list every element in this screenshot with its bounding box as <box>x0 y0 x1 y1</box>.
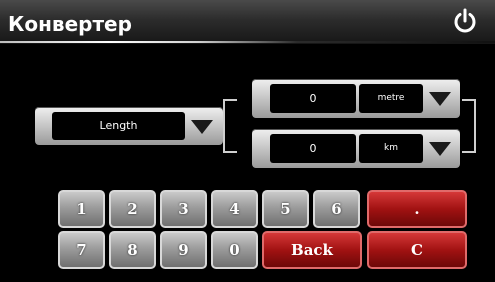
connector-bracket-right <box>462 99 476 153</box>
key-2[interactable]: 2 <box>109 190 156 228</box>
key-3[interactable]: 3 <box>160 190 207 228</box>
connector-bracket-left <box>223 99 237 153</box>
to-value-field[interactable]: 0 <box>270 134 356 163</box>
key-4[interactable]: 4 <box>211 190 258 228</box>
key-9[interactable]: 9 <box>160 231 207 269</box>
key-7[interactable]: 7 <box>58 231 105 269</box>
from-unit-dropdown-icon[interactable] <box>429 92 451 106</box>
key-0[interactable]: 0 <box>211 231 258 269</box>
key-5[interactable]: 5 <box>262 190 309 228</box>
category-value: Length <box>52 112 185 140</box>
title-bar: Конвертер <box>0 0 495 44</box>
key-6[interactable]: 6 <box>313 190 360 228</box>
category-selector[interactable]: Length <box>35 107 223 145</box>
key-1[interactable]: 1 <box>58 190 105 228</box>
from-unit-select[interactable]: metre <box>359 84 423 113</box>
category-dropdown-icon[interactable] <box>191 120 213 134</box>
app-title: Конвертер <box>8 12 132 36</box>
clear-button[interactable]: C <box>367 231 467 269</box>
to-unit-select[interactable]: km <box>359 134 423 163</box>
power-icon[interactable] <box>451 7 479 35</box>
to-unit-dropdown-icon[interactable] <box>429 142 451 156</box>
title-underline <box>0 41 495 43</box>
from-converter-row: 0 metre <box>252 79 460 118</box>
key-8[interactable]: 8 <box>109 231 156 269</box>
to-converter-row: 0 km <box>252 129 460 168</box>
back-button[interactable]: Back <box>262 231 362 269</box>
from-value-field[interactable]: 0 <box>270 84 356 113</box>
converter-screen: Конвертер Length 0 metre 0 km 1 2 3 4 5 … <box>0 0 495 282</box>
key-decimal-point[interactable]: . <box>367 190 467 228</box>
